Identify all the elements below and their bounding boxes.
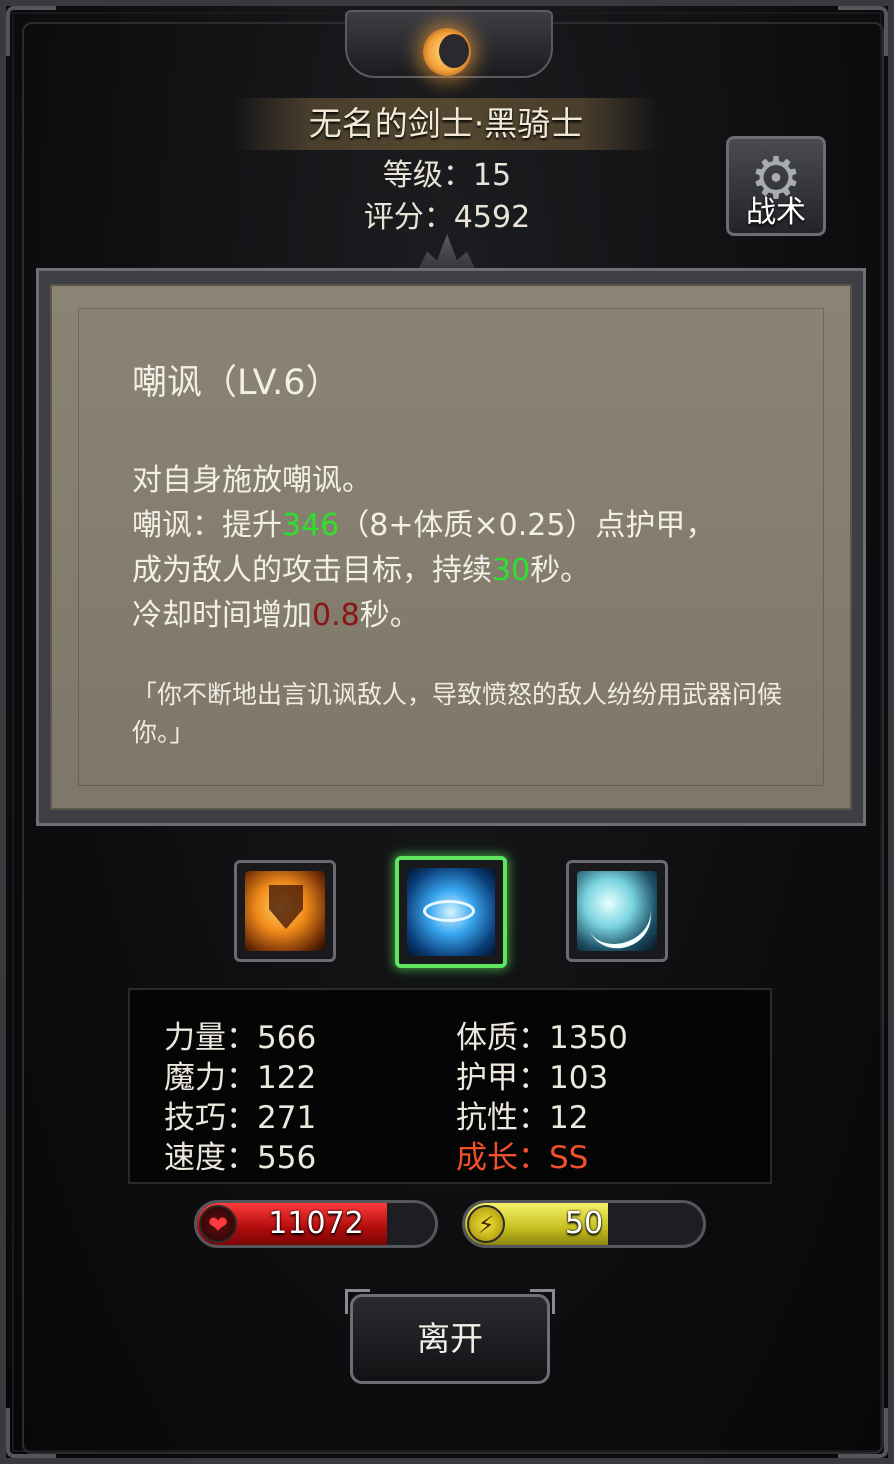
character-name: 无名的剑士·黑骑士 — [234, 98, 658, 150]
skill-description: 对自身施放嘲讽。 嘲讽：提升346（8+体质×0.25）点护甲， 成为敌人的攻击… — [132, 458, 715, 638]
stat-skill: 技巧：271 — [164, 1100, 317, 1136]
hp-bar: ❤ 11072 — [194, 1200, 438, 1248]
stat-speed: 速度：556 — [164, 1140, 317, 1176]
skill-title: 嘲讽（LV.6） — [132, 363, 341, 403]
slash-icon — [577, 871, 657, 951]
skill-slot-fire-shield[interactable] — [234, 860, 336, 962]
stat-constitution: 体质：1350 — [456, 1020, 628, 1056]
eye-icon — [407, 868, 495, 956]
leave-button[interactable]: 离开 — [345, 1289, 555, 1384]
frame-corner — [6, 6, 56, 56]
frame-corner — [838, 6, 888, 56]
skill-desc-line: 嘲讽：提升346（8+体质×0.25）点护甲， — [132, 508, 716, 543]
skill-desc-line: 对自身施放嘲讽。 — [132, 463, 372, 498]
armor-bonus-value: 346 — [282, 508, 340, 543]
energy-value: 50 — [564, 1206, 604, 1241]
skill-slot-taunt[interactable] — [395, 856, 507, 968]
tactics-label: 战术 — [746, 195, 806, 230]
cooldown-value: 0.8 — [312, 598, 360, 633]
stat-strength: 力量：566 — [164, 1020, 317, 1056]
tactics-button[interactable]: ⚙ 战术 — [726, 136, 826, 236]
stat-magic: 魔力：122 — [164, 1060, 317, 1096]
energy-bar: ⚡ 50 — [462, 1200, 706, 1248]
stat-resistance: 抗性：12 — [456, 1100, 589, 1136]
stat-growth: 成长：SS — [456, 1140, 589, 1176]
skill-desc-line: 成为敌人的攻击目标，持续30秒。 — [132, 553, 591, 588]
skill-detail-panel: 嘲讽（LV.6） 对自身施放嘲讽。 嘲讽：提升346（8+体质×0.25）点护甲… — [50, 284, 852, 810]
skill-slot-slash[interactable] — [566, 860, 668, 962]
skill-flavor-quote: 「你不断地出言讥讽敌人，导致愤怒的敌人纷纷用武器问候你。」 — [132, 680, 783, 747]
stat-armor: 护甲：103 — [456, 1060, 609, 1096]
hp-value: 11072 — [268, 1206, 364, 1241]
duration-value: 30 — [492, 553, 531, 588]
frame-corner — [838, 1408, 888, 1458]
frame-corner — [6, 1408, 56, 1458]
crescent-moon-icon — [423, 28, 471, 76]
stats-panel: 力量：566 魔力：122 技巧：271 速度：556 体质：1350 护甲：1… — [128, 988, 772, 1184]
fire-shield-icon — [245, 871, 325, 951]
skill-desc-line: 冷却时间增加0.8秒。 — [132, 598, 420, 633]
